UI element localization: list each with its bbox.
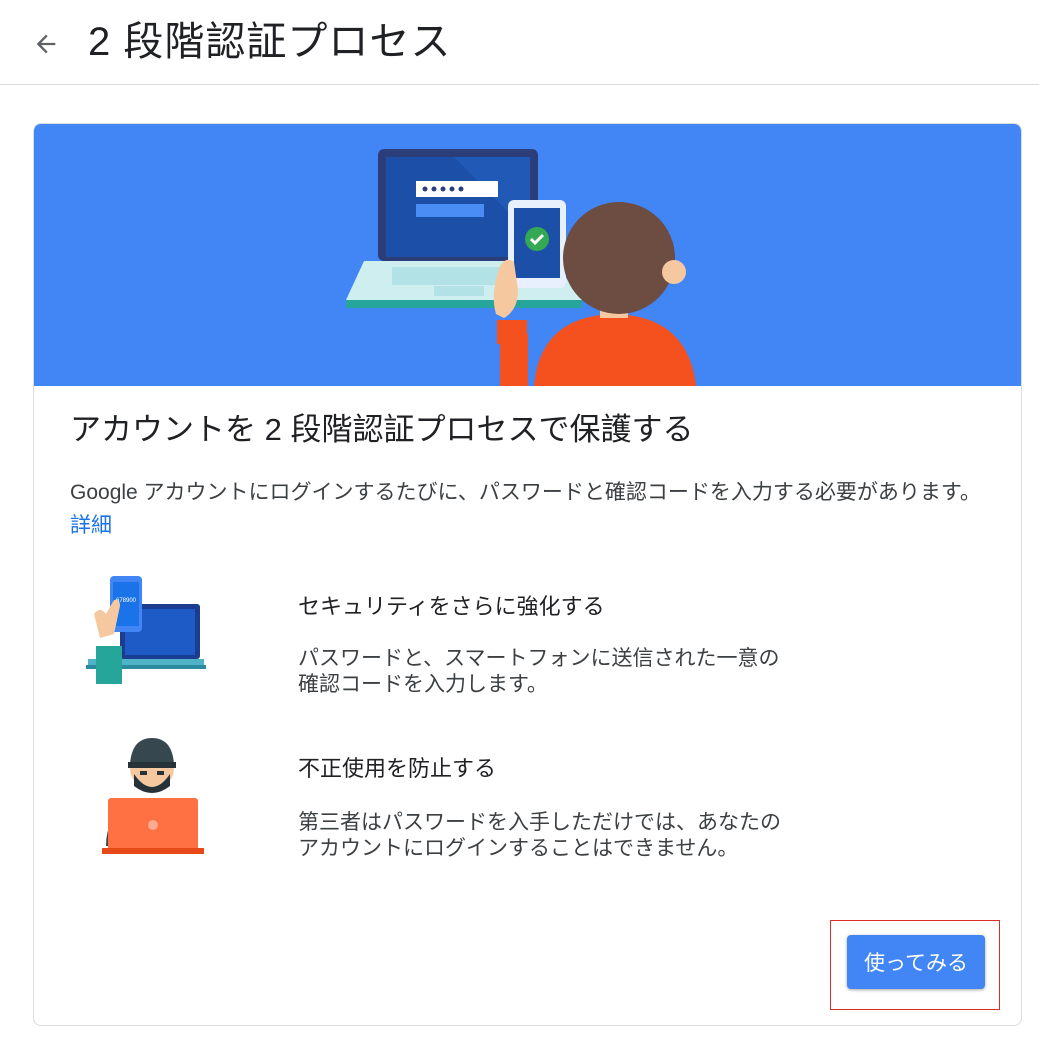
learn-more-link[interactable]: 詳細 bbox=[70, 514, 112, 537]
two-step-card: アカウントを 2 段階認証プロセスで保護する Google アカウントにログイン… bbox=[33, 123, 1022, 1026]
page-title: 2 段階認証プロセス bbox=[88, 20, 452, 64]
hero-illustration bbox=[346, 149, 696, 386]
phone-code-laptop-icon: 678900 bbox=[86, 576, 206, 684]
feature-desc-prevent-line2: アカウントにログインすることはできません。 bbox=[298, 837, 739, 860]
feature-desc-prevent: 第三者はパスワードを入手しただけでは、あなたの アカウントにログインすることはで… bbox=[298, 810, 858, 862]
feature-desc-prevent-line1: 第三者はパスワードを入手しただけでは、あなたの bbox=[298, 811, 781, 834]
feature-title-security: セキュリティをさらに強化する bbox=[298, 594, 605, 619]
feature-desc-security: パスワードと、スマートフォンに送信された一意の 確認コードを入力します。 bbox=[298, 646, 858, 698]
hero-banner bbox=[34, 124, 1021, 386]
feature-title-prevent: 不正使用を防止する bbox=[298, 756, 497, 781]
intro-description: Google アカウントにログインするたびに、パスワードと確認コードを入力する必… bbox=[70, 481, 981, 504]
arrow-back-icon bbox=[36, 34, 56, 54]
feature-desc-security-line1: パスワードと、スマートフォンに送信された一意の bbox=[298, 647, 780, 670]
back-button[interactable] bbox=[28, 26, 64, 62]
intro-text: Google アカウントにログインするたびに、パスワードと確認コードを入力する必… bbox=[70, 476, 990, 542]
get-started-button[interactable]: 使ってみる bbox=[847, 935, 985, 989]
card-title: アカウントを 2 段階認証プロセスで保護する bbox=[70, 412, 694, 447]
hacker-laptop-icon bbox=[102, 738, 204, 854]
page-header: 2 段階認証プロセス bbox=[0, 0, 1039, 85]
feature-desc-security-line2: 確認コードを入力します。 bbox=[298, 673, 548, 696]
